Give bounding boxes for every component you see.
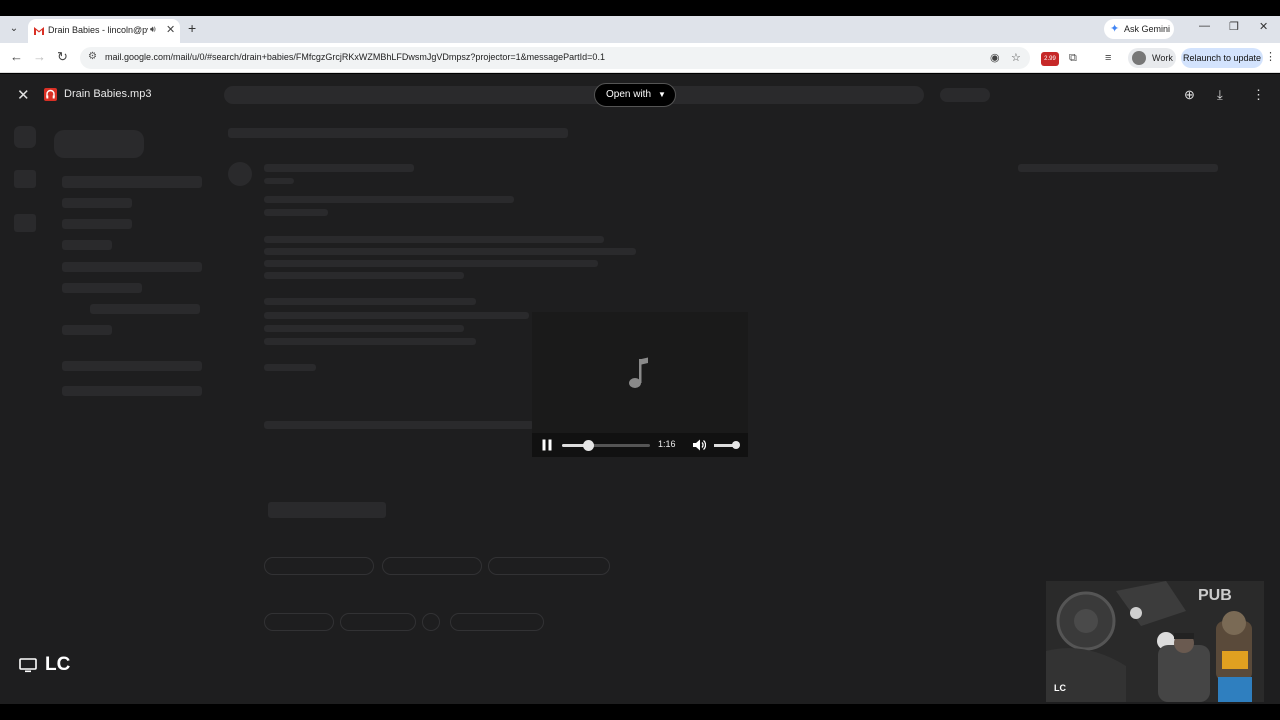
volume-icon[interactable] (692, 438, 706, 452)
relaunch-button[interactable]: Relaunch to update (1181, 48, 1263, 68)
browser-toolbar: ← → ↻ ⚙ mail.google.com/mail/u/0/#search… (0, 43, 1280, 73)
reload-icon[interactable]: ↻ (57, 49, 68, 65)
caret-down-icon: ▼ (658, 90, 666, 99)
forward-icon[interactable]: → (33, 49, 46, 64)
minimize-icon[interactable]: — (1199, 20, 1210, 32)
browser-menu-icon[interactable]: ⋮ (1265, 50, 1276, 63)
ask-gemini-label: Ask Gemini (1124, 24, 1171, 34)
browser-tab-bar: ⌄ Drain Babies - lincoln@pvc 🔊︎ ✕ + ✦ As… (0, 16, 1280, 43)
seek-thumb[interactable] (582, 440, 594, 451)
nav-row-dimmed (62, 219, 132, 229)
playback-time: 1:16 (658, 439, 676, 449)
message-date-dimmed (1018, 164, 1218, 172)
mail-rail-dimmed (14, 126, 36, 148)
attachment-header-dimmed (264, 421, 534, 429)
webcam-label: LC (1054, 683, 1066, 693)
to-line-dimmed (264, 178, 294, 184)
share-button-dimmed (450, 613, 544, 631)
back-icon[interactable]: ← (10, 49, 23, 64)
body-line-dimmed (264, 260, 598, 267)
label-row-dimmed (62, 386, 202, 396)
emoji-button-dimmed (422, 613, 440, 631)
gemini-sparkle-icon: ✦ (1110, 23, 1120, 35)
forward-button-dimmed (340, 613, 416, 631)
open-with-label: Open with (606, 89, 652, 100)
body-line-dimmed (264, 312, 529, 319)
audio-player: 1:16 (532, 312, 748, 457)
inbox-dimmed (62, 176, 202, 188)
body-line-dimmed (264, 272, 464, 279)
site-info-icon[interactable]: ⚙ (88, 51, 97, 62)
more-vert-icon[interactable]: ⋮ (1252, 87, 1265, 103)
smart-reply-dimmed (382, 557, 482, 575)
ask-gemini-button[interactable]: ✦ Ask Gemini (1104, 19, 1174, 39)
screen: ⌄ Drain Babies - lincoln@pvc 🔊︎ ✕ + ✦ As… (0, 0, 1280, 720)
tab-title: Drain Babies - lincoln@pvc (48, 25, 148, 35)
body-line-dimmed (264, 364, 316, 371)
tab-search-icon[interactable]: ⌄ (6, 20, 22, 38)
window-close-icon[interactable]: ✕ (1259, 20, 1268, 33)
viewer-filename: Drain Babies.mp3 (64, 88, 152, 100)
attachment-chip-dimmed (268, 502, 386, 518)
pause-icon[interactable] (541, 439, 553, 451)
bookmark-star-icon[interactable]: ☆ (1011, 51, 1021, 64)
file-viewer-header: ✕ Drain Babies.mp3 Open with ▼ ⊕ ⤓ ⋮ (0, 74, 1280, 118)
download-icon[interactable]: ⤓ (1217, 87, 1223, 103)
pub-sign: PUB (1198, 587, 1232, 604)
reply-button-dimmed (264, 613, 334, 631)
player-controls: 1:16 (532, 433, 748, 457)
audio-file-icon (44, 88, 57, 101)
volume-thumb[interactable] (732, 441, 741, 449)
gmail-icon (34, 27, 44, 35)
nav-row-dimmed (62, 262, 202, 272)
close-viewer-icon[interactable]: ✕ (17, 86, 30, 104)
add-to-drive-icon[interactable]: ⊕ (1184, 87, 1195, 103)
smart-reply-dimmed (264, 557, 374, 575)
nav-row-dimmed (62, 198, 132, 208)
extensions-puzzle-icon[interactable]: ⧉ (1069, 52, 1077, 65)
open-with-button[interactable]: Open with ▼ (594, 83, 676, 107)
body-line-dimmed (264, 338, 476, 345)
nav-row-dimmed (62, 325, 112, 335)
presenter-label: LC (45, 654, 71, 675)
music-note-icon (629, 357, 648, 388)
media-controls-icon[interactable]: ≡ (1105, 52, 1111, 64)
profile-button[interactable]: Work (1128, 48, 1176, 68)
sender-line-dimmed (264, 164, 414, 172)
compose-button-dimmed (54, 130, 144, 158)
seek-slider[interactable] (562, 444, 650, 447)
chat-rail-dimmed (14, 170, 36, 188)
body-line-dimmed (264, 325, 464, 332)
maximize-icon[interactable]: ❐ (1229, 20, 1239, 33)
speaker-icon[interactable]: 🔊︎ (150, 24, 156, 35)
webcam-overlay: PUB LC (1046, 581, 1264, 702)
body-line-dimmed (264, 236, 604, 243)
body-line-dimmed (264, 298, 476, 305)
body-line-dimmed (264, 248, 636, 255)
new-tab-button[interactable]: + (188, 20, 196, 36)
address-bar[interactable]: ⚙ mail.google.com/mail/u/0/#search/drain… (80, 47, 1030, 69)
sender-avatar-dimmed (228, 162, 252, 186)
browser-tab-active[interactable]: Drain Babies - lincoln@pvc 🔊︎ ✕ (28, 19, 180, 43)
tab-close-icon[interactable]: ✕ (166, 23, 175, 36)
url-text: mail.google.com/mail/u/0/#search/drain+b… (105, 52, 605, 62)
profile-label: Work (1152, 53, 1173, 63)
avatar (1132, 51, 1146, 65)
nav-row-dimmed (62, 240, 112, 250)
nav-row-dimmed (90, 304, 200, 314)
body-line-dimmed (264, 209, 328, 216)
labels-header-dimmed (62, 361, 202, 371)
message-toolbar-dimmed (228, 128, 568, 138)
extension-calendar-icon[interactable]: 2.99 (1041, 52, 1059, 66)
nav-row-dimmed (62, 283, 142, 293)
smart-reply-dimmed (488, 557, 610, 575)
eye-icon[interactable]: ◉ (990, 51, 1000, 64)
meet-rail-dimmed (14, 214, 36, 232)
monitor-icon (19, 658, 37, 673)
body-line-dimmed (264, 196, 514, 203)
